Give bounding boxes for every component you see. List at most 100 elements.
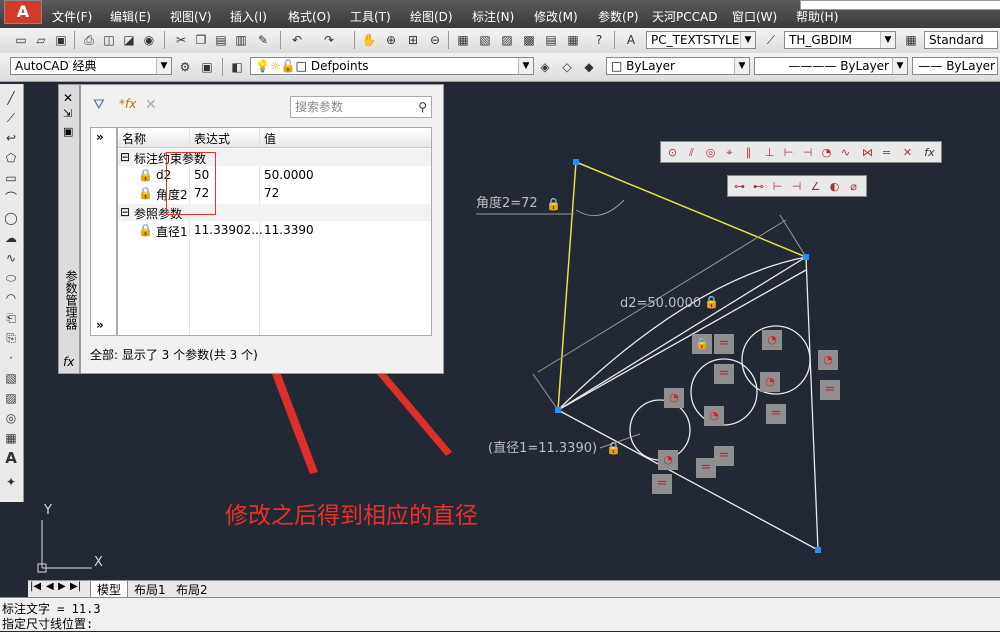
- equal-constraint-icon[interactable]: =: [714, 334, 734, 354]
- horizontal-constraint-icon[interactable]: ⊢: [769, 178, 786, 195]
- grip-point[interactable]: [555, 407, 561, 413]
- dimension-arc-angle: [575, 199, 625, 217]
- tangent-constraint-icon[interactable]: ◔: [664, 388, 684, 408]
- collapse-icon[interactable]: ⊟: [120, 150, 130, 164]
- parameter-value: 72: [264, 186, 280, 200]
- tangent-constraint-icon[interactable]: ◔: [818, 350, 838, 370]
- linear-constraint-icon[interactable]: ⊶: [731, 178, 748, 195]
- layout-tab-bar: |◀ ◀ ▶ ▶| 模型 布局1 布局2: [28, 580, 1000, 599]
- first-tab-icon[interactable]: |◀: [30, 581, 41, 592]
- concentric-icon[interactable]: ◎: [702, 144, 719, 161]
- column-header-value[interactable]: 值: [264, 130, 276, 147]
- group-header[interactable]: ⊟ 参照参数: [118, 204, 431, 221]
- filter-tree-gutter: » »: [90, 127, 117, 336]
- grip-point[interactable]: [803, 254, 809, 260]
- parameter-name: 直径1: [156, 225, 188, 239]
- vertical-constraint-icon[interactable]: ⊣: [788, 178, 805, 195]
- highlight-box: [166, 152, 216, 215]
- parameter-grid: 名称 表达式 值 ⊟ 标注约束参数 🔒 d2 50 50.0000 🔒 角度2 …: [117, 127, 432, 336]
- properties-menu-icon[interactable]: ▣: [63, 125, 73, 138]
- tangent-constraint-icon[interactable]: ◔: [704, 406, 724, 426]
- last-tab-icon[interactable]: ▶|: [70, 581, 81, 592]
- palette-title: 参数管理器: [64, 270, 78, 330]
- filter-icon[interactable]: ⛛: [93, 97, 105, 113]
- dimension-constraint-icon: 🔒: [138, 168, 153, 182]
- angle-constraint-icon: 🔒: [138, 186, 153, 200]
- tab-layout1[interactable]: 布局1: [130, 581, 170, 598]
- ucs-y-label: Y: [43, 503, 52, 518]
- previous-tab-icon[interactable]: ◀: [46, 581, 54, 592]
- coincident-icon[interactable]: ⊙: [664, 144, 681, 161]
- geometric-constraint-toolbar: ⊙ ⫽ ◎ ⌖ ∥ ⊥ ⊢ ⊣ ◔ ∿ ⋈ = ✕ fx: [660, 141, 942, 163]
- table-row[interactable]: 🔒 d2 50 50.0000: [118, 167, 431, 185]
- lock-icon: 🔒: [704, 295, 719, 309]
- extension-line: [779, 214, 807, 258]
- command-prompt-line: 指定尺寸线位置:: [2, 617, 94, 631]
- aligned-constraint-icon[interactable]: ⊷: [750, 178, 767, 195]
- group-header[interactable]: ⊟ 标注约束参数: [118, 149, 431, 166]
- search-placeholder: 搜索参数: [295, 100, 344, 114]
- fix-icon[interactable]: ⌖: [721, 144, 738, 161]
- angle-dimension-text[interactable]: 角度2=72: [476, 195, 538, 211]
- radial-constraint-icon[interactable]: ◐: [826, 178, 843, 195]
- fx-icon: fx: [63, 355, 75, 369]
- diameter-reference-icon: 🔒: [138, 223, 153, 237]
- perpendicular-icon[interactable]: ⊥: [761, 144, 778, 161]
- pin-icon[interactable]: ⇲: [63, 107, 72, 120]
- grip-point[interactable]: [573, 159, 579, 165]
- collapse-icon[interactable]: ⊟: [120, 205, 130, 219]
- lock-icon[interactable]: 🔒: [692, 334, 712, 354]
- lock-icon: 🔒: [606, 441, 621, 455]
- parameter-search-input[interactable]: 搜索参数 ⚲: [290, 96, 432, 118]
- vertical-icon[interactable]: ⊣: [799, 144, 816, 161]
- palette-title-strip[interactable]: ✕ ⇲ ▣ fx: [58, 84, 80, 374]
- table-row[interactable]: 🔒 角度2 72 72: [118, 185, 431, 203]
- diameter-dimension-text[interactable]: (直径1=11.3390): [488, 441, 597, 456]
- equal-constraint-icon[interactable]: =: [714, 446, 734, 466]
- close-icon[interactable]: ✕: [63, 91, 73, 105]
- angular-constraint-icon[interactable]: ∠: [807, 178, 824, 195]
- equal-constraint-icon[interactable]: =: [766, 404, 786, 424]
- collinear-icon[interactable]: ⫽: [683, 144, 700, 161]
- tangent-constraint-icon[interactable]: ◔: [762, 330, 782, 350]
- annotation-text: 修改之后得到相应的直径: [225, 503, 478, 529]
- parameter-expression[interactable]: 11.33902...: [194, 223, 263, 237]
- smooth-icon[interactable]: ∿: [837, 144, 854, 161]
- tangent-constraint-icon[interactable]: ◔: [760, 372, 780, 392]
- dimensional-constraint-toolbar: ⊶ ⊷ ⊢ ⊣ ∠ ◐ ⌀: [727, 175, 867, 197]
- extension-line: [532, 373, 559, 411]
- lock-icon: 🔒: [546, 197, 561, 211]
- parameter-value: 11.3390: [264, 223, 314, 237]
- tangent-icon[interactable]: ◔: [818, 144, 835, 161]
- table-row[interactable]: 🔒 直径1 11.33902... 11.3390: [118, 222, 431, 240]
- tangent-constraint-icon[interactable]: ◔: [658, 450, 678, 470]
- equal-constraint-icon[interactable]: =: [652, 474, 672, 494]
- d2-dimension-text[interactable]: d2=50.0000: [620, 296, 701, 311]
- parallel-icon[interactable]: ∥: [740, 144, 757, 161]
- equal-constraint-icon[interactable]: =: [696, 458, 716, 478]
- column-header-name[interactable]: 名称: [122, 130, 146, 147]
- next-tab-icon[interactable]: ▶: [58, 581, 66, 592]
- diameter-constraint-icon[interactable]: ⌀: [845, 178, 862, 195]
- equal-constraint-icon[interactable]: =: [820, 380, 840, 400]
- triangle-edge-right[interactable]: [805, 256, 819, 551]
- expand-filter-tree-button[interactable]: »: [96, 318, 104, 332]
- horizontal-icon[interactable]: ⊢: [780, 144, 797, 161]
- column-header-expression[interactable]: 表达式: [194, 130, 230, 147]
- equal-constraint-icon[interactable]: =: [714, 364, 734, 384]
- grid-header: 名称 表达式 值: [118, 128, 431, 148]
- expand-filter-tree-button[interactable]: »: [96, 130, 104, 144]
- fx-icon[interactable]: fx: [921, 144, 938, 161]
- triangle-edge-bottom[interactable]: [557, 409, 819, 551]
- grip-point[interactable]: [815, 547, 821, 553]
- search-icon[interactable]: ⚲: [418, 97, 427, 117]
- tab-layout2[interactable]: 布局2: [172, 581, 212, 598]
- command-window[interactable]: 标注文字 = 11.3 指定尺寸线位置:: [0, 597, 1000, 631]
- symmetric-icon[interactable]: ⋈: [859, 144, 876, 161]
- delete-constraints-icon[interactable]: ✕: [899, 144, 916, 161]
- new-user-parameter-icon[interactable]: *fx: [119, 97, 136, 111]
- ucs-x-label: X: [94, 555, 103, 570]
- status-text: 全部: 显示了 3 个参数(共 3 个): [90, 348, 258, 362]
- equal-icon[interactable]: =: [878, 144, 895, 161]
- delete-icon[interactable]: ✕: [145, 97, 157, 113]
